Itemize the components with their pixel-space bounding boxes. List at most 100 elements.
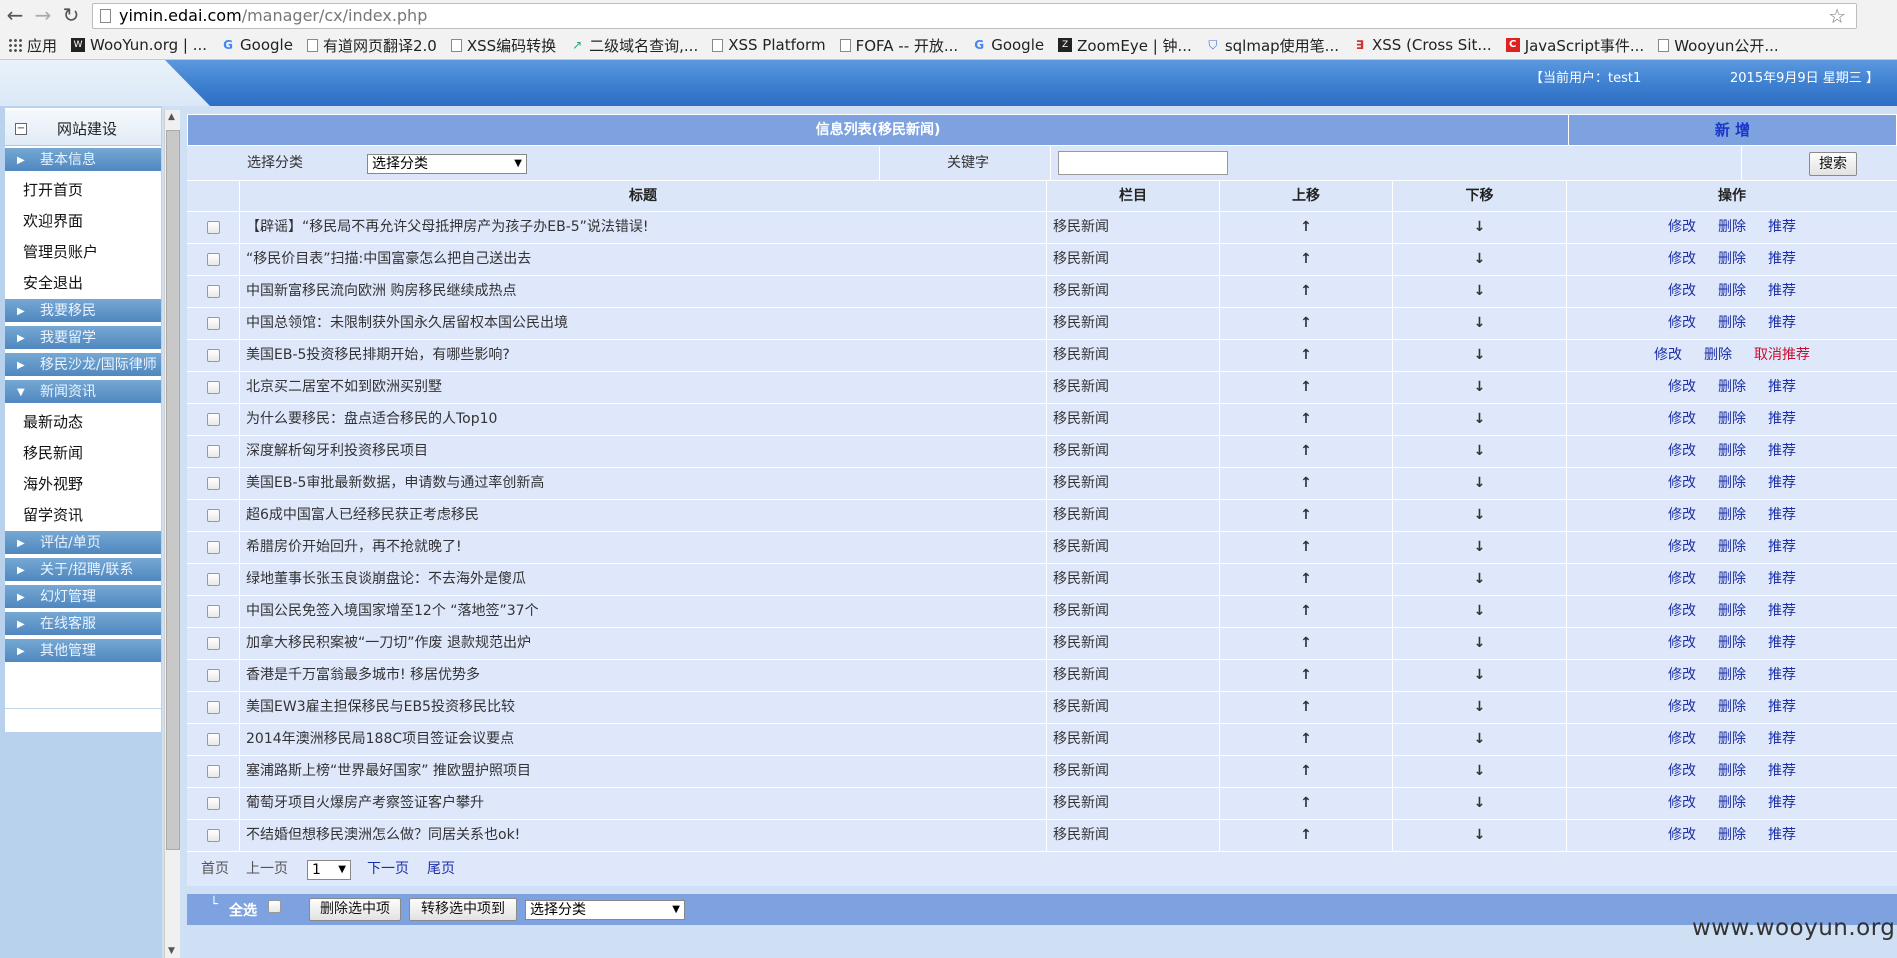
- row-checkbox[interactable]: [206, 668, 220, 682]
- sidebar-category[interactable]: ▶ 评估/单页: [5, 531, 161, 558]
- edit-link[interactable]: 修改: [1668, 532, 1696, 563]
- move-up-arrow-icon[interactable]: ↑: [1220, 340, 1393, 371]
- move-up-arrow-icon[interactable]: ↑: [1220, 820, 1393, 851]
- bookmark-zoomeye[interactable]: Z ZoomEye | 钟...: [1058, 35, 1192, 56]
- row-checkbox[interactable]: [206, 412, 220, 426]
- back-arrow-icon[interactable]: ←: [4, 4, 26, 26]
- bookmark-youdao[interactable]: 有道网页翻译2.0: [306, 35, 437, 56]
- sidebar-item[interactable]: 最新动态: [5, 407, 161, 438]
- delete-link[interactable]: 删除: [1718, 500, 1746, 531]
- sidebar-category[interactable]: ▶ 关于/招聘/联系: [5, 558, 161, 585]
- edit-link[interactable]: 修改: [1668, 756, 1696, 787]
- move-down-arrow-icon[interactable]: ↓: [1393, 276, 1567, 307]
- delete-link[interactable]: 删除: [1718, 436, 1746, 467]
- edit-link[interactable]: 修改: [1668, 692, 1696, 723]
- unrecommend-link[interactable]: 取消推荐: [1754, 340, 1810, 371]
- recommend-link[interactable]: 推荐: [1768, 244, 1796, 275]
- sidebar-category[interactable]: ▶ 在线客服: [5, 612, 161, 639]
- recommend-link[interactable]: 推荐: [1768, 500, 1796, 531]
- delete-selected-button[interactable]: 删除选中项: [309, 898, 401, 921]
- move-up-arrow-icon[interactable]: ↑: [1220, 756, 1393, 787]
- delete-link[interactable]: 删除: [1718, 372, 1746, 403]
- delete-link[interactable]: 删除: [1718, 596, 1746, 627]
- move-down-arrow-icon[interactable]: ↓: [1393, 500, 1567, 531]
- row-checkbox[interactable]: [206, 636, 220, 650]
- sidebar-category[interactable]: ▶ 幻灯管理: [5, 585, 161, 612]
- recommend-link[interactable]: 推荐: [1768, 724, 1796, 755]
- move-down-arrow-icon[interactable]: ↓: [1393, 436, 1567, 467]
- recommend-link[interactable]: 推荐: [1768, 372, 1796, 403]
- row-checkbox[interactable]: [206, 284, 220, 298]
- row-checkbox[interactable]: [206, 700, 220, 714]
- move-up-arrow-icon[interactable]: ↑: [1220, 660, 1393, 691]
- delete-link[interactable]: 删除: [1718, 756, 1746, 787]
- move-up-arrow-icon[interactable]: ↑: [1220, 564, 1393, 595]
- edit-link[interactable]: 修改: [1668, 212, 1696, 243]
- keyword-input[interactable]: [1058, 151, 1228, 175]
- bookmark-fofa[interactable]: FOFA -- 开放...: [839, 35, 958, 56]
- move-up-arrow-icon[interactable]: ↑: [1220, 628, 1393, 659]
- move-up-arrow-icon[interactable]: ↑: [1220, 244, 1393, 275]
- row-checkbox[interactable]: [206, 764, 220, 778]
- edit-link[interactable]: 修改: [1668, 276, 1696, 307]
- sidebar-category[interactable]: ▶ 移民沙龙/国际律师: [5, 353, 161, 380]
- row-checkbox[interactable]: [206, 828, 220, 842]
- move-down-arrow-icon[interactable]: ↓: [1393, 756, 1567, 787]
- row-checkbox[interactable]: [206, 508, 220, 522]
- bookmark-google[interactable]: G Google: [221, 36, 293, 54]
- address-bar[interactable]: yimin.edai.com/manager/cx/index.php ☆: [92, 3, 1857, 29]
- recommend-link[interactable]: 推荐: [1768, 404, 1796, 435]
- bookmark-google-2[interactable]: G Google: [972, 36, 1044, 54]
- edit-link[interactable]: 修改: [1668, 660, 1696, 691]
- bookmark-apps[interactable]: 应用: [8, 35, 57, 56]
- bookmark-wooyun-public[interactable]: Wooyun公开...: [1658, 35, 1779, 56]
- edit-link[interactable]: 修改: [1668, 724, 1696, 755]
- edit-link[interactable]: 修改: [1668, 468, 1696, 499]
- first-page-link[interactable]: 首页: [201, 852, 229, 886]
- delete-link[interactable]: 删除: [1718, 468, 1746, 499]
- search-button[interactable]: 搜索: [1809, 152, 1857, 176]
- move-up-arrow-icon[interactable]: ↑: [1220, 436, 1393, 467]
- sidebar-item[interactable]: 留学资讯: [5, 500, 161, 531]
- row-checkbox[interactable]: [206, 380, 220, 394]
- scrollbar-thumb[interactable]: [166, 130, 180, 850]
- move-target-select[interactable]: 选择分类 ▼: [525, 900, 685, 920]
- new-item-link[interactable]: 新 增: [1569, 115, 1896, 145]
- move-down-arrow-icon[interactable]: ↓: [1393, 372, 1567, 403]
- row-checkbox[interactable]: [206, 796, 220, 810]
- move-up-arrow-icon[interactable]: ↑: [1220, 308, 1393, 339]
- recommend-link[interactable]: 推荐: [1768, 756, 1796, 787]
- delete-link[interactable]: 删除: [1718, 244, 1746, 275]
- forward-arrow-icon[interactable]: →: [32, 4, 54, 26]
- move-down-arrow-icon[interactable]: ↓: [1393, 404, 1567, 435]
- bookmark-xss-platform[interactable]: XSS Platform: [712, 36, 826, 54]
- scroll-down-icon[interactable]: ▼: [168, 946, 175, 956]
- row-checkbox[interactable]: [206, 604, 220, 618]
- delete-link[interactable]: 删除: [1718, 308, 1746, 339]
- move-down-arrow-icon[interactable]: ↓: [1393, 724, 1567, 755]
- recommend-link[interactable]: 推荐: [1768, 468, 1796, 499]
- move-up-arrow-icon[interactable]: ↑: [1220, 212, 1393, 243]
- sidebar-item[interactable]: 安全退出: [5, 268, 161, 299]
- delete-link[interactable]: 删除: [1718, 276, 1746, 307]
- edit-link[interactable]: 修改: [1668, 788, 1696, 819]
- move-up-arrow-icon[interactable]: ↑: [1220, 372, 1393, 403]
- move-up-arrow-icon[interactable]: ↑: [1220, 500, 1393, 531]
- edit-link[interactable]: 修改: [1668, 308, 1696, 339]
- recommend-link[interactable]: 推荐: [1768, 820, 1796, 851]
- move-up-arrow-icon[interactable]: ↑: [1220, 468, 1393, 499]
- recommend-link[interactable]: 推荐: [1768, 596, 1796, 627]
- edit-link[interactable]: 修改: [1668, 244, 1696, 275]
- category-select[interactable]: 选择分类 ▼: [367, 154, 527, 174]
- sidebar-item[interactable]: 海外视野: [5, 469, 161, 500]
- move-down-arrow-icon[interactable]: ↓: [1393, 596, 1567, 627]
- move-down-arrow-icon[interactable]: ↓: [1393, 340, 1567, 371]
- move-down-arrow-icon[interactable]: ↓: [1393, 532, 1567, 563]
- sidebar-category[interactable]: ▶ 其他管理: [5, 639, 161, 666]
- recommend-link[interactable]: 推荐: [1768, 532, 1796, 563]
- row-checkbox[interactable]: [206, 572, 220, 586]
- row-checkbox[interactable]: [206, 476, 220, 490]
- move-down-arrow-icon[interactable]: ↓: [1393, 820, 1567, 851]
- edit-link[interactable]: 修改: [1668, 564, 1696, 595]
- bookmark-xss-encode[interactable]: XSS编码转换: [450, 35, 556, 56]
